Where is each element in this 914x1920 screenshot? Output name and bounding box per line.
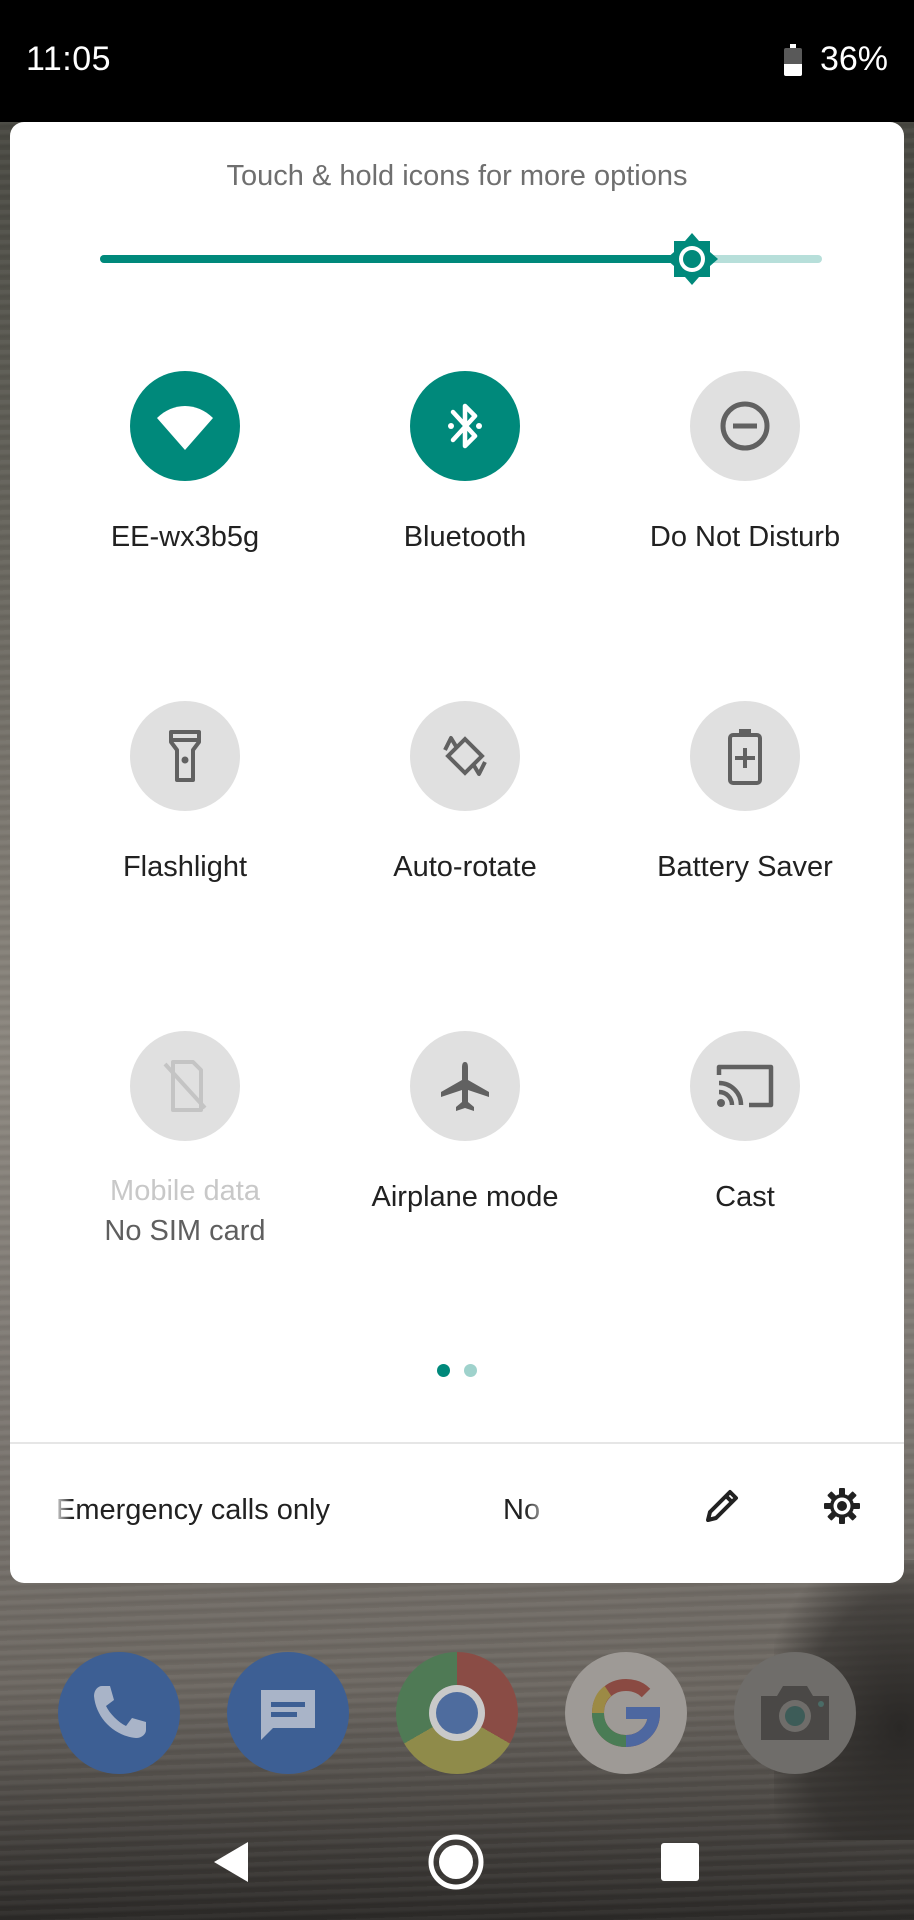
tile-airplane[interactable]: Airplane mode — [335, 1031, 595, 1217]
dock-camera[interactable] — [734, 1652, 856, 1774]
status-bar: 11:05 36% — [0, 0, 914, 122]
tile-flashlight[interactable]: Flashlight — [55, 701, 315, 887]
home-button[interactable] — [424, 1830, 488, 1894]
brightness-slider[interactable] — [100, 233, 822, 285]
cast-icon — [716, 1064, 774, 1108]
page-dot-1[interactable] — [437, 1364, 450, 1377]
tile-bluetooth[interactable]: Bluetooth — [335, 371, 595, 557]
recents-icon — [661, 1843, 699, 1881]
tile-mobile-data-label: Mobile data — [110, 1175, 260, 1207]
tile-bluetooth-label: Bluetooth — [403, 521, 527, 553]
tile-mobile-data-button[interactable] — [130, 1031, 240, 1141]
pencil-icon — [706, 1490, 738, 1522]
tile-auto-rotate-button[interactable] — [410, 701, 520, 811]
tile-cast-button[interactable] — [690, 1031, 800, 1141]
google-icon — [591, 1678, 661, 1748]
chrome-icon — [429, 1685, 485, 1741]
page-dot-2[interactable] — [464, 1364, 477, 1377]
tile-airplane-button[interactable] — [410, 1031, 520, 1141]
auto-rotate-icon — [443, 736, 487, 776]
status-time: 11:05 — [26, 40, 112, 78]
tile-battery-saver[interactable]: Battery Saver — [615, 701, 875, 887]
wifi-icon — [157, 406, 213, 450]
network-status: Emergency calls only — [56, 1494, 330, 1526]
messages-icon — [261, 1690, 315, 1740]
quick-settings-panel: Touch & hold icons for more options EE-w… — [10, 122, 904, 1583]
status-right: 36% — [783, 40, 888, 79]
camera-icon — [761, 1686, 829, 1740]
tile-auto-rotate[interactable]: Auto-rotate — [335, 701, 595, 887]
airplane-icon — [441, 1062, 489, 1111]
tile-dnd-button[interactable] — [690, 371, 800, 481]
flashlight-icon — [169, 730, 201, 782]
recents-button[interactable] — [648, 1830, 712, 1894]
tile-cast-label: Cast — [715, 1181, 775, 1213]
tile-bluetooth-button[interactable] — [410, 371, 520, 481]
brightness-fill — [100, 255, 693, 263]
dock-google[interactable] — [565, 1652, 687, 1774]
dock-phone[interactable] — [58, 1652, 180, 1774]
tile-cast[interactable]: Cast — [615, 1031, 875, 1217]
back-button[interactable] — [198, 1830, 262, 1894]
carrier-name-fade — [525, 1490, 555, 1530]
dock-messages[interactable] — [227, 1652, 349, 1774]
tile-flashlight-button[interactable] — [130, 701, 240, 811]
tile-dnd-label: Do Not Disturb — [649, 521, 841, 553]
brightness-icon — [666, 233, 719, 285]
tile-mobile-data[interactable]: Mobile data No SIM card — [55, 1031, 315, 1251]
battery-icon — [783, 43, 802, 76]
network-status-fade — [56, 1490, 72, 1530]
brightness-thumb[interactable] — [664, 231, 720, 287]
tile-airplane-label: Airplane mode — [371, 1181, 559, 1213]
tile-battery-saver-button[interactable] — [690, 701, 800, 811]
battery-percent: 36% — [819, 40, 888, 78]
gear-icon — [824, 1488, 860, 1524]
dock-chrome[interactable] — [396, 1652, 518, 1774]
do-not-disturb-icon — [720, 401, 770, 451]
tile-mobile-data-sublabel: No SIM card — [104, 1215, 266, 1247]
battery-saver-icon — [728, 729, 762, 785]
tile-wifi-label: EE-wx3b5g — [110, 521, 260, 553]
phone-icon — [94, 1686, 146, 1738]
back-icon — [214, 1842, 248, 1882]
footer-divider — [10, 1442, 904, 1444]
settings-button[interactable] — [806, 1470, 878, 1542]
edit-button[interactable] — [686, 1470, 758, 1542]
tile-auto-rotate-label: Auto-rotate — [393, 851, 537, 883]
tile-flashlight-label: Flashlight — [122, 851, 248, 883]
tile-wifi-button[interactable] — [130, 371, 240, 481]
tile-wifi[interactable]: EE-wx3b5g — [55, 371, 315, 557]
page-indicator — [10, 1364, 904, 1377]
quick-settings-hint: Touch & hold icons for more options — [226, 160, 688, 192]
tile-dnd[interactable]: Do Not Disturb — [615, 371, 875, 557]
home-icon — [428, 1834, 484, 1890]
mobile-data-icon — [163, 1060, 207, 1112]
tile-battery-saver-label: Battery Saver — [657, 851, 833, 883]
bluetooth-icon — [448, 403, 482, 449]
